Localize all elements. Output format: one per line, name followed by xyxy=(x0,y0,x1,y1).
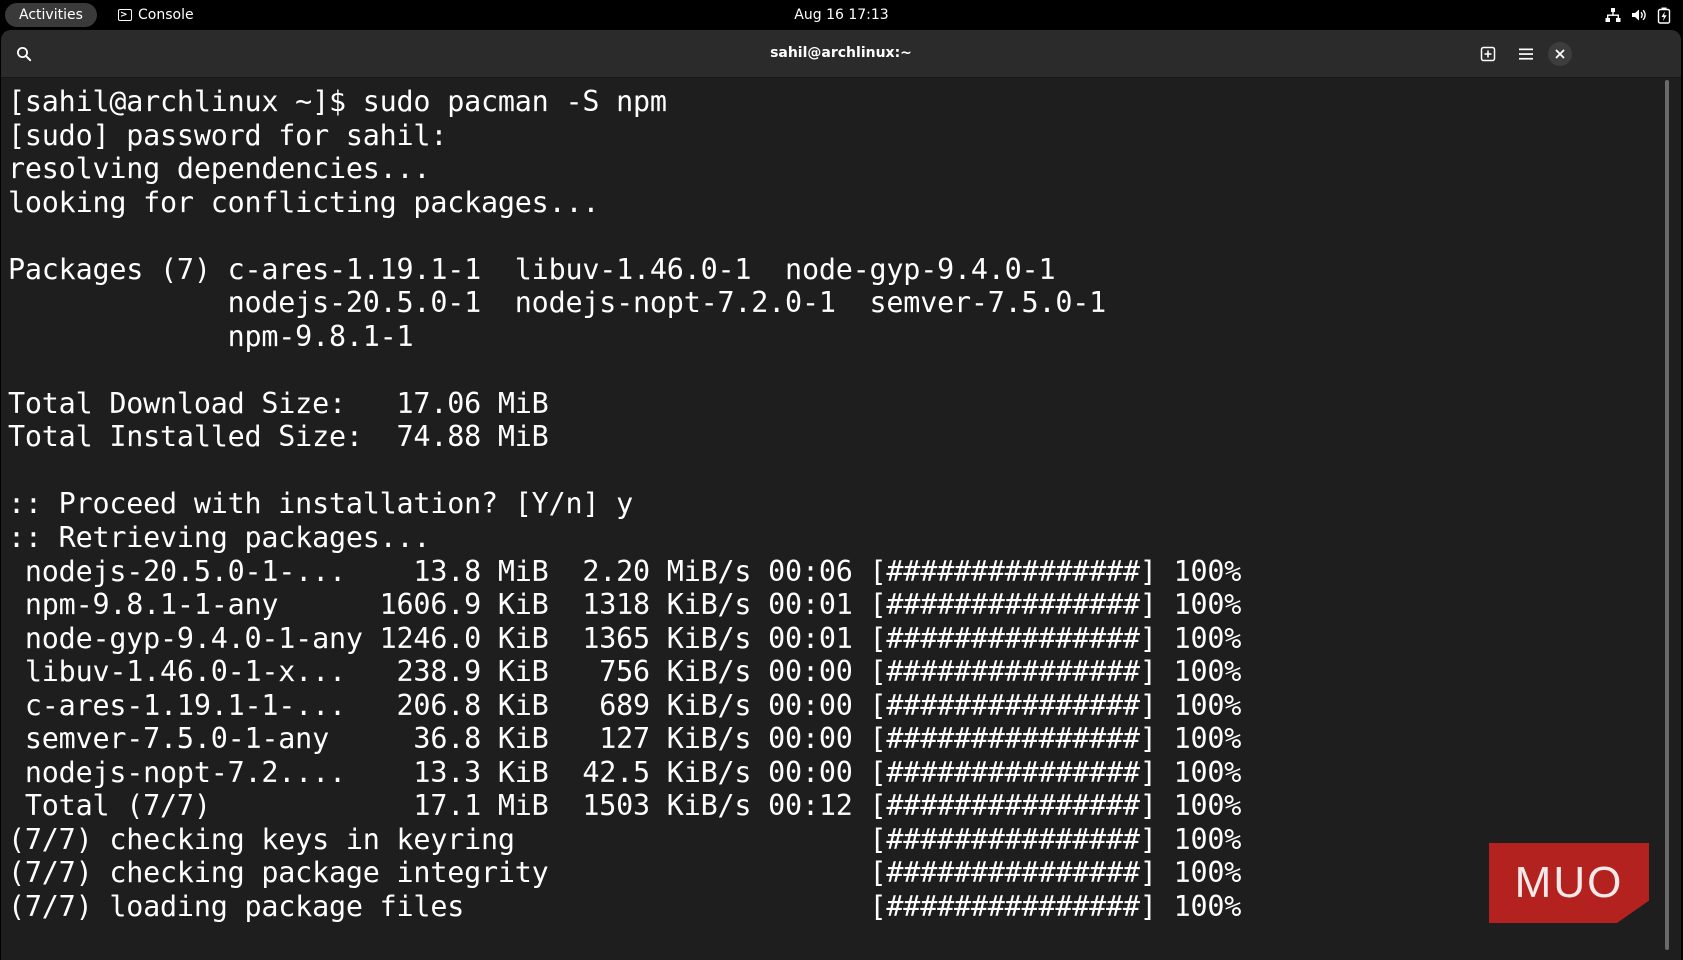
terminal-scrollbar[interactable] xyxy=(1665,80,1669,950)
close-button[interactable] xyxy=(1545,39,1575,69)
new-tab-button[interactable] xyxy=(1473,39,1503,69)
terminal-line: Total Installed Size: 74.88 MiB xyxy=(8,420,549,453)
clock-area: Aug 16 17:13 xyxy=(0,3,1683,27)
system-tray[interactable] xyxy=(1605,4,1671,26)
battery-icon[interactable] xyxy=(1657,7,1671,24)
top-bar: Activities Console Aug 16 17:13 xyxy=(0,0,1683,30)
terminal-line: nodejs-nopt-7.2.... 13.3 KiB 42.5 KiB/s … xyxy=(8,756,1242,789)
console-icon xyxy=(118,3,132,27)
volume-icon[interactable] xyxy=(1631,7,1647,23)
activities-button[interactable]: Activities xyxy=(5,3,97,27)
terminal-window: sahil@archlinux:~ [sahil@archlinux ~]$ s… xyxy=(1,30,1681,960)
terminal-line: (7/7) checking package integrity [######… xyxy=(8,856,1242,889)
terminal-line: npm-9.8.1-1 xyxy=(8,320,414,353)
terminal-line: Packages (7) c-ares-1.19.1-1 libuv-1.46.… xyxy=(8,253,1056,286)
terminal-line: :: Proceed with installation? [Y/n] y xyxy=(8,487,634,520)
terminal-line: node-gyp-9.4.0-1-any 1246.0 KiB 1365 KiB… xyxy=(8,622,1242,655)
terminal-line: (7/7) checking keys in keyring [########… xyxy=(8,823,1242,856)
main-menu-button[interactable] xyxy=(1511,39,1541,69)
muo-watermark-logo: MUO xyxy=(1489,843,1649,923)
header-bar: sahil@archlinux:~ xyxy=(1,30,1681,78)
watermark-text: MUO xyxy=(1514,858,1624,907)
app-menu-label: Console xyxy=(138,7,194,23)
terminal-line: nodejs-20.5.0-1 nodejs-nopt-7.2.0-1 semv… xyxy=(8,286,1107,319)
terminal-line: semver-7.5.0-1-any 36.8 KiB 127 KiB/s 00… xyxy=(8,722,1242,755)
app-menu-console[interactable]: Console xyxy=(118,3,194,27)
terminal-line: c-ares-1.19.1-1-... 206.8 KiB 689 KiB/s … xyxy=(8,689,1242,722)
terminal-line: :: Retrieving packages... xyxy=(8,521,431,554)
terminal-line: nodejs-20.5.0-1-... 13.8 MiB 2.20 MiB/s … xyxy=(8,555,1242,588)
terminal-line: libuv-1.46.0-1-x... 238.9 KiB 756 KiB/s … xyxy=(8,655,1242,688)
network-icon[interactable] xyxy=(1605,7,1621,23)
menu-icon xyxy=(1519,48,1533,60)
clock-button[interactable]: Aug 16 17:13 xyxy=(794,7,888,23)
new-tab-icon xyxy=(1480,46,1496,62)
terminal-line: looking for conflicting packages... xyxy=(8,186,600,219)
search-button[interactable] xyxy=(9,39,39,69)
terminal-line: npm-9.8.1-1-any 1606.9 KiB 1318 KiB/s 00… xyxy=(8,588,1242,621)
terminal-line: Total (7/7) 17.1 MiB 1503 KiB/s 00:12 [#… xyxy=(8,789,1242,822)
window-title: sahil@archlinux:~ xyxy=(770,45,912,61)
search-icon xyxy=(17,47,32,62)
terminal-line: resolving dependencies... xyxy=(8,152,431,185)
terminal-output[interactable]: [sahil@archlinux ~]$ sudo pacman -S npm … xyxy=(1,78,1671,960)
terminal-line: Total Download Size: 17.06 MiB xyxy=(8,387,549,420)
close-icon xyxy=(1555,49,1565,59)
terminal-line: [sahil@archlinux ~]$ sudo pacman -S npm xyxy=(8,85,667,118)
terminal-line: (7/7) loading package files [###########… xyxy=(8,890,1242,923)
terminal-line: [sudo] password for sahil: xyxy=(8,119,448,152)
